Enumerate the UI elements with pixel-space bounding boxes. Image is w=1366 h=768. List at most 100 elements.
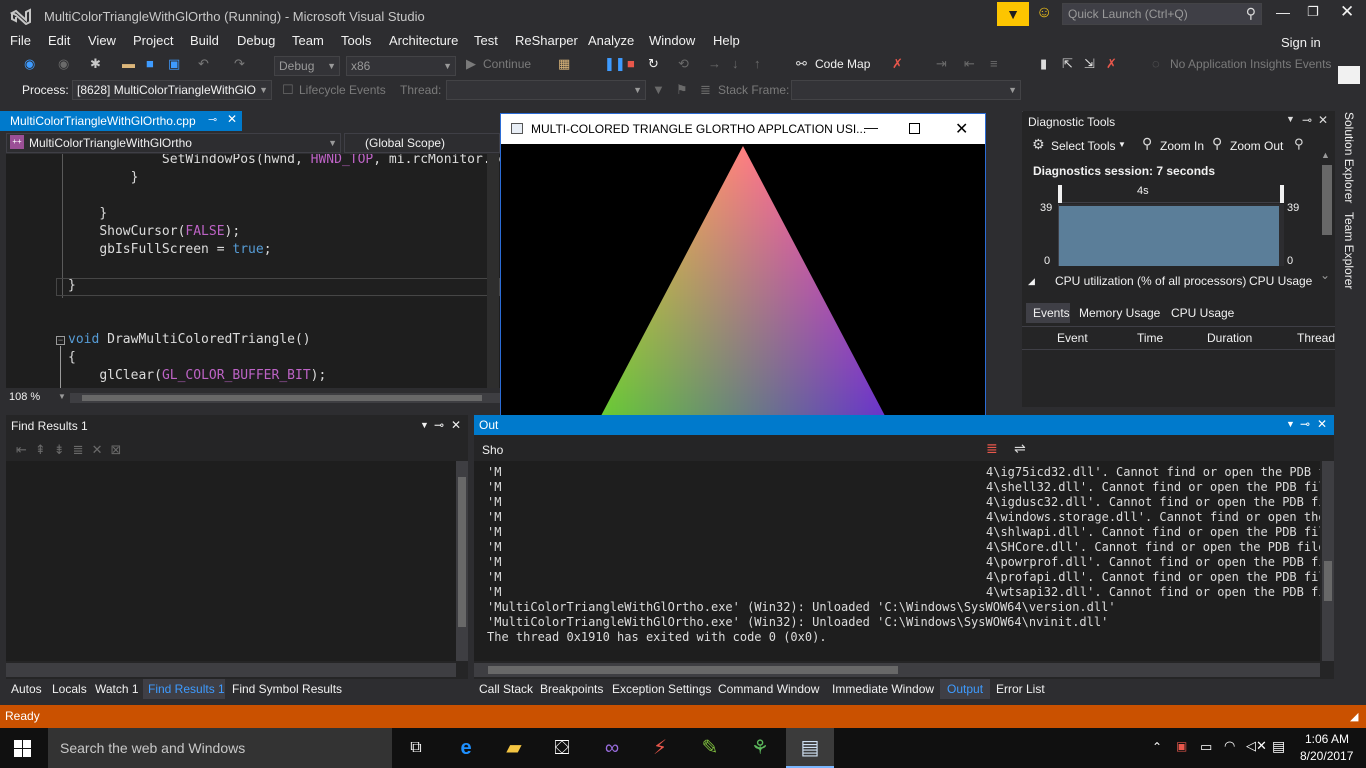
close-button[interactable]: ✕ xyxy=(1340,2,1360,22)
code-line[interactable]: gbIsFullScreen = true; xyxy=(68,241,271,259)
edge-icon[interactable]: e xyxy=(442,728,490,768)
app-title-bar[interactable]: MULTI-COLORED TRIANGLE GLORTHO APPLCATIO… xyxy=(501,114,985,144)
file-explorer-icon[interactable]: ▰ xyxy=(490,728,538,768)
menu-test[interactable]: Test xyxy=(474,32,498,50)
code-line[interactable]: void DrawMultiColoredTriangle() xyxy=(68,331,311,349)
panel-menu-icon[interactable]: ▼ xyxy=(420,420,429,430)
menu-view[interactable]: View xyxy=(88,32,116,50)
sign-in-link[interactable]: Sign in xyxy=(1281,34,1321,52)
lifecycle-events-button[interactable]: Lifecycle Events xyxy=(299,80,386,100)
output-scroll-thumb[interactable] xyxy=(1324,561,1332,601)
wifi-icon[interactable]: ◠ xyxy=(1224,738,1235,754)
code-line[interactable]: SetWindowPos(hwnd, HWND_TOP, mi.rcMonito… xyxy=(68,154,500,169)
output-hscroll-thumb[interactable] xyxy=(488,666,898,674)
code-line[interactable]: } xyxy=(68,169,139,187)
clock-date[interactable]: 8/20/2017 xyxy=(1300,749,1353,763)
panel-menu-icon[interactable]: ▼ xyxy=(1286,114,1295,124)
global-scope-select[interactable]: (Global Scope) xyxy=(344,133,500,153)
tab-command-window[interactable]: Command Window xyxy=(718,679,819,699)
tab-output[interactable]: Output xyxy=(947,679,983,699)
gear-icon[interactable]: ⚙ xyxy=(1032,136,1045,153)
indent-icon[interactable]: ⇥ xyxy=(936,54,947,74)
tab-find-symbol-results[interactable]: Find Symbol Results xyxy=(232,679,342,699)
tab-close-icon[interactable]: ✕ xyxy=(227,112,237,126)
side-tab-solution-explorer[interactable]: Solution Explorer xyxy=(1342,112,1356,203)
editor-tab-label[interactable]: MultiColorTriangleWithGlOrtho.cpp xyxy=(10,114,196,128)
store-icon[interactable]: ⛋ xyxy=(538,728,586,768)
scroll-down-icon[interactable]: ⌄ xyxy=(1320,268,1330,282)
collapse-icon[interactable]: − xyxy=(56,336,65,345)
tray-app-icon[interactable]: ▣ xyxy=(1176,739,1187,753)
tab-exception-settings[interactable]: Exception Settings xyxy=(612,679,711,699)
code-line[interactable]: ShowCursor(FALSE); xyxy=(68,223,240,241)
tab-breakpoints[interactable]: Breakpoints xyxy=(540,679,603,699)
app-minimize-button[interactable]: — xyxy=(864,119,878,135)
thread-filter-icon[interactable]: ▼ xyxy=(652,80,665,100)
quick-launch-input[interactable]: Quick Launch (Ctrl+Q) ⚲ xyxy=(1062,3,1262,25)
tab-events-label[interactable]: Events xyxy=(1033,306,1070,320)
tab-autos[interactable]: Autos xyxy=(11,679,42,699)
editor-vertical-scrollbar[interactable] xyxy=(487,154,499,388)
insights-label[interactable]: No Application Insights Events xyxy=(1170,54,1331,74)
menu-file[interactable]: File xyxy=(10,32,31,50)
step-out-icon[interactable]: ↑ xyxy=(754,54,761,74)
redo-icon[interactable]: ↷ xyxy=(234,54,245,74)
save-icon[interactable]: ■ xyxy=(146,54,154,74)
menu-team[interactable]: Team xyxy=(292,32,324,50)
code-line[interactable]: } xyxy=(68,277,76,295)
tab-memory-usage[interactable]: Memory Usage xyxy=(1079,306,1160,320)
find-results-thumb[interactable] xyxy=(458,477,466,627)
action-center-icon[interactable]: ▤ xyxy=(1272,738,1285,755)
column-event[interactable]: Event xyxy=(1057,331,1088,345)
stack-frame-select[interactable]: ▼ xyxy=(791,80,1021,100)
continue-button[interactable]: Continue xyxy=(483,54,531,74)
platform-select[interactable]: x86 ▼ xyxy=(346,56,456,76)
restore-button[interactable]: ❐ xyxy=(1307,4,1327,20)
save-all-icon[interactable]: ▣ xyxy=(168,54,180,74)
code-map-icon[interactable]: ⚯ xyxy=(796,54,807,74)
project-scope-select[interactable]: MultiColorTriangleWithGlOrtho ▼ xyxy=(6,133,341,153)
editor-horizontal-scrollbar[interactable] xyxy=(70,393,500,403)
menu-analyze[interactable]: Analyze xyxy=(588,32,634,50)
visual-studio-icon[interactable]: ∞ xyxy=(588,728,636,768)
menu-window[interactable]: Window xyxy=(649,32,695,50)
opengl-app-icon[interactable]: ▤ xyxy=(786,728,834,768)
step-over-icon[interactable]: → xyxy=(708,54,721,74)
configuration-select[interactable]: Debug ▼ xyxy=(274,56,340,76)
menu-edit[interactable]: Edit xyxy=(48,32,70,50)
column-thread[interactable]: Thread xyxy=(1297,331,1335,345)
tab-error-list[interactable]: Error List xyxy=(996,679,1045,699)
panel-menu-icon[interactable]: ▼ xyxy=(1286,419,1295,429)
pin-icon[interactable]: ⊸ xyxy=(1302,113,1312,127)
clear-all-icon[interactable]: ≣ xyxy=(986,440,998,457)
tab-call-stack[interactable]: Call Stack xyxy=(479,679,533,699)
zoom-in-icon[interactable]: ⚲ xyxy=(1142,135,1152,152)
scroll-up-icon[interactable]: ▲ xyxy=(1321,150,1330,160)
column-duration[interactable]: Duration xyxy=(1207,331,1252,345)
zoom-in-button[interactable]: Zoom In xyxy=(1160,139,1204,153)
close-icon[interactable]: ✕ xyxy=(451,418,461,432)
collapse-icon[interactable]: ◢ xyxy=(1028,276,1035,287)
taskbar-search-box[interactable]: Search the web and Windows xyxy=(48,728,392,768)
comment-icon[interactable]: ≡ xyxy=(990,54,998,74)
thread-select[interactable]: ▼ xyxy=(446,80,646,100)
volume-icon[interactable]: ◁✕ xyxy=(1246,738,1267,754)
output-text-area[interactable]: 'M 'M 'M 'M 'M 'M 'M 'M 'M 4\ig75icd32.dll'. Can… xyxy=(474,461,1320,661)
menu-help[interactable]: Help xyxy=(713,32,740,50)
lifecycle-icon[interactable]: ☐ xyxy=(282,80,294,100)
flag-icon[interactable]: ⚑ xyxy=(676,80,688,100)
menu-project[interactable]: Project xyxy=(133,32,173,50)
close-icon[interactable]: ✕ xyxy=(1317,417,1327,431)
menu-tools[interactable]: Tools xyxy=(341,32,371,50)
notepad-icon[interactable]: ✎ xyxy=(686,728,734,768)
bookmark-prev-icon[interactable]: ⇱ xyxy=(1062,54,1073,74)
app-maximize-button[interactable] xyxy=(909,123,920,134)
column-time[interactable]: Time xyxy=(1137,331,1163,345)
smiley-icon[interactable]: ☺ xyxy=(1036,4,1052,22)
resharper-icon[interactable]: ⚡ xyxy=(636,728,684,768)
bookmark-next-icon[interactable]: ⇲ xyxy=(1084,54,1095,74)
forward-icon[interactable]: ◉ xyxy=(58,54,69,74)
open-file-icon[interactable]: ▬ xyxy=(122,54,135,74)
diagnostics-scrollbar[interactable] xyxy=(1022,111,1023,112)
process-select[interactable]: [8628] MultiColorTriangleWithGlO ▼ xyxy=(72,80,272,100)
